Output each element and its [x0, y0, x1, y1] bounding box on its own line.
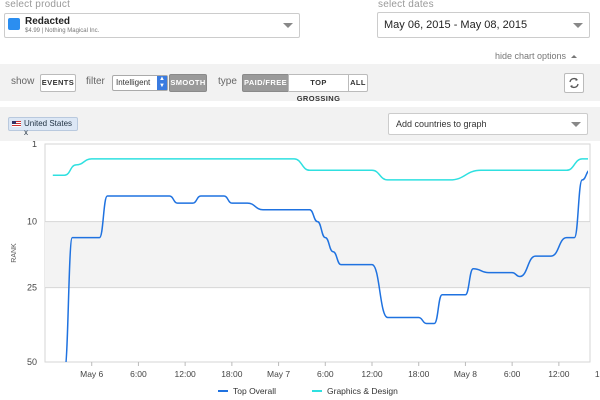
country-tag-label: United States x [24, 119, 73, 137]
x-tick-label: 12:00 [361, 369, 383, 379]
smooth-button[interactable]: SMOOTH [169, 74, 207, 92]
filter-label: filter [86, 76, 105, 87]
y-tick-label: 25 [27, 283, 37, 293]
chevron-down-icon [283, 23, 293, 28]
select-arrows-icon: ▲ ▼ [157, 76, 167, 90]
product-name: Redacted [25, 16, 71, 27]
product-selector[interactable]: Redacted $4.99 | Nothing Magical Inc. [4, 13, 300, 38]
product-sub: $4.99 | Nothing Magical Inc. [25, 28, 100, 34]
hide-chart-options-link[interactable]: hide chart options [495, 51, 577, 61]
rank-chart: 1 10 25 50 RANK May 6 6:00 12:00 18:00 May 7 6:00 1… [11, 141, 600, 396]
x-tick-label: 12:00 [175, 369, 197, 379]
filter-value: Intelligent [116, 78, 151, 87]
plot-band [45, 221, 590, 288]
chevron-up-icon [570, 55, 577, 59]
type-all-button[interactable]: ALL [348, 74, 368, 92]
type-top-grossing-button[interactable]: TOP GROSSING [288, 74, 349, 103]
chart-options-toolbar: show EVENTS filter Intelligent ▲ ▼ SMOOTH… [0, 64, 600, 103]
date-range-value: May 06, 2015 - May 08, 2015 [384, 19, 528, 31]
events-button[interactable]: EVENTS [40, 74, 76, 92]
select-product-label: select product [5, 0, 71, 10]
x-tick-label: 18:00 [595, 369, 600, 379]
date-range-selector[interactable]: May 06, 2015 - May 08, 2015 [377, 12, 590, 38]
show-label: show [11, 76, 35, 87]
chevron-down-icon [571, 122, 581, 127]
add-countries-label: Add countries to graph [396, 119, 487, 129]
x-tick-label: 6:00 [317, 369, 334, 379]
y-tick-label: 10 [27, 217, 37, 227]
filter-select[interactable]: Intelligent ▲ ▼ [112, 75, 168, 91]
hide-chart-options-label: hide chart options [495, 51, 567, 61]
type-label: type [218, 76, 237, 87]
x-tick-label: 6:00 [130, 369, 147, 379]
x-tick-label: May 6 [80, 369, 103, 379]
type-paid-free-button[interactable]: PAID/FREE [242, 74, 289, 92]
chevron-down-icon [573, 23, 583, 28]
y-tick-label: 50 [27, 357, 37, 367]
y-tick-label: 1 [32, 141, 37, 149]
x-tick-label: 12:00 [548, 369, 570, 379]
x-tick-label: May 7 [267, 369, 290, 379]
add-countries-select[interactable]: Add countries to graph [388, 113, 588, 135]
refresh-button[interactable] [564, 73, 584, 93]
x-tick-label: 18:00 [221, 369, 243, 379]
select-dates-label: select dates [378, 0, 434, 10]
y-axis-label: RANK [11, 243, 18, 263]
country-tag-united-states[interactable]: United States x [8, 117, 78, 137]
app-icon [8, 18, 20, 30]
x-tick-label: 6:00 [504, 369, 521, 379]
x-tick-label: 18:00 [408, 369, 430, 379]
type-segmented-control: PAID/FREE TOP GROSSING ALL [242, 74, 368, 103]
legend-label: Graphics & Design [327, 386, 398, 396]
us-flag-icon [12, 121, 21, 127]
legend-label: Top Overall [233, 386, 276, 396]
x-tick-label: May 8 [454, 369, 477, 379]
refresh-icon [569, 77, 579, 89]
